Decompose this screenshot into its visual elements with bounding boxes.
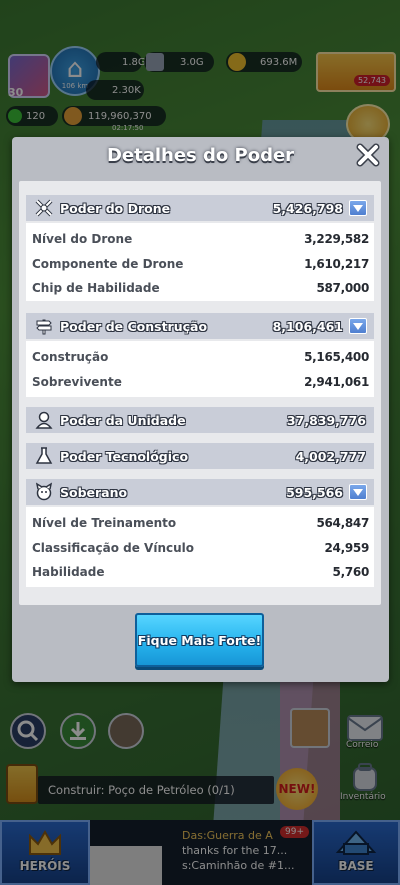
row-label: Sobrevivente	[32, 374, 122, 389]
row-label: Nível de Treinamento	[32, 516, 177, 531]
section-header-drone[interactable]: Poder do Drone 5,426,798	[26, 195, 374, 221]
flask-icon	[34, 446, 54, 466]
chevron-down-icon[interactable]	[349, 200, 367, 216]
row-value: 5,760	[332, 565, 370, 580]
power-details-panel: Poder do Drone 5,426,798 Nível do Drone …	[19, 181, 381, 605]
row-value: 5,165,400	[304, 350, 369, 365]
section-label: Poder do Drone	[60, 200, 171, 216]
row-value: 564,847	[316, 516, 369, 531]
list-item: Habilidade 5,760	[26, 560, 374, 585]
row-value: 587,000	[316, 281, 369, 296]
row-label: Componente de Drone	[32, 256, 184, 271]
drone-icon	[34, 198, 54, 218]
get-stronger-button[interactable]: Fique Mais Forte!	[135, 613, 264, 667]
get-stronger-label: Fique Mais Forte!	[137, 632, 262, 648]
row-value: 1,610,217	[304, 256, 369, 271]
dog-icon	[34, 482, 54, 502]
row-label: Nível do Drone	[32, 232, 133, 247]
section-label: Soberano	[60, 484, 128, 500]
section-label: Poder da Unidade	[60, 412, 186, 428]
power-details-modal: Detalhes do Poder Poder do Drone 5,426,7…	[12, 137, 389, 682]
section-value: 5,426,798	[272, 200, 343, 216]
list-item: Construção 5,165,400	[26, 345, 374, 370]
list-item: Classificação de Vínculo 24,959	[26, 536, 374, 561]
chevron-down-icon[interactable]	[349, 318, 367, 334]
section-label: Poder Tecnológico	[60, 448, 189, 464]
signpost-icon	[34, 316, 54, 336]
list-item: Chip de Habilidade 587,000	[26, 276, 374, 301]
section-details-sovereign: Nível de Treinamento 564,847 Classificaç…	[26, 507, 374, 587]
section-header-sovereign[interactable]: Soberano 595,566	[26, 479, 374, 505]
list-item: Nível do Drone 3,229,582	[26, 227, 374, 252]
section-header-tech: Poder Tecnológico 4,002,777	[26, 443, 374, 469]
row-label: Classificação de Vínculo	[32, 540, 195, 555]
row-label: Habilidade	[32, 565, 105, 580]
section-value: 595,566	[286, 484, 343, 500]
section-header-unit: Poder da Unidade 37,839,776	[26, 407, 374, 433]
list-item: Componente de Drone 1,610,217	[26, 252, 374, 277]
list-item: Nível de Treinamento 564,847	[26, 511, 374, 536]
close-icon	[356, 143, 380, 167]
section-value: 8,106,461	[272, 318, 343, 334]
row-label: Construção	[32, 350, 109, 365]
section-header-construction[interactable]: Poder de Construção 8,106,461	[26, 313, 374, 339]
row-label: Chip de Habilidade	[32, 281, 160, 296]
list-item: Sobrevivente 2,941,061	[26, 370, 374, 395]
section-details-drone: Nível do Drone 3,229,582 Componente de D…	[26, 223, 374, 301]
section-details-construction: Construção 5,165,400 Sobrevivente 2,941,…	[26, 341, 374, 397]
chevron-down-icon[interactable]	[349, 484, 367, 500]
section-label: Poder de Construção	[60, 318, 208, 334]
close-button[interactable]	[355, 142, 381, 168]
section-value: 37,839,776	[286, 412, 366, 428]
modal-title: Detalhes do Poder	[106, 145, 295, 166]
row-value: 2,941,061	[304, 374, 369, 389]
section-value: 4,002,777	[295, 448, 366, 464]
person-icon	[34, 410, 54, 430]
row-value: 24,959	[324, 540, 369, 555]
row-value: 3,229,582	[304, 232, 369, 247]
